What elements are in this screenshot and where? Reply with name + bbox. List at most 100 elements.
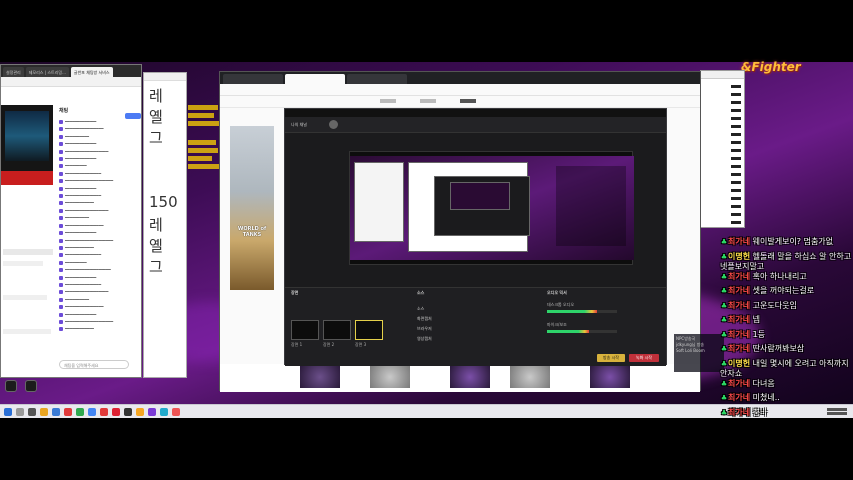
start-icon[interactable] — [4, 408, 12, 416]
app-header: 나의 채널 — [285, 117, 666, 133]
document-text: 옐 — [149, 237, 163, 255]
document-text: 그 — [149, 129, 163, 147]
browser-tab[interactable]: 설정관리 — [3, 67, 24, 77]
figure-image[interactable] — [370, 366, 410, 388]
chat-nickname[interactable]: 최가네 — [728, 315, 750, 324]
sidebar-item[interactable] — [3, 261, 43, 266]
chat-settings-button[interactable] — [125, 113, 141, 119]
figure-image[interactable] — [450, 366, 490, 388]
app-icon[interactable] — [64, 408, 72, 416]
source-item[interactable]: 영상캡처 — [417, 336, 432, 342]
app-icon[interactable] — [76, 408, 84, 416]
address-bar[interactable] — [220, 84, 700, 96]
avatar[interactable] — [329, 120, 338, 129]
search-icon[interactable] — [16, 408, 24, 416]
figure-image[interactable] — [510, 366, 550, 388]
browser-tab[interactable]: 제모리스 | 스트리밍... — [25, 67, 69, 77]
preview-chat — [556, 166, 626, 246]
figure-image[interactable] — [300, 366, 340, 388]
app-icon[interactable] — [124, 408, 132, 416]
sidebar-item[interactable] — [3, 249, 53, 255]
chat-row: ━━━━━━━━━━━━ — [55, 244, 141, 251]
preview-window — [354, 162, 404, 242]
record-button[interactable]: 녹화 시작 — [629, 354, 659, 362]
app-icon[interactable] — [100, 408, 108, 416]
streaming-app-window[interactable]: 나의 채널 장면 소스 오디오 믹서 장면 1 장면 2 장면 3 소스 화면캡… — [284, 108, 667, 366]
sidebar-item[interactable] — [3, 329, 51, 334]
chat-message: ♣최가네 혹아 하나내리고 — [720, 272, 853, 282]
source-item[interactable]: 브라우저 — [417, 326, 432, 332]
chat-text: 다녀옴 — [752, 378, 775, 388]
source-item[interactable]: 소스 — [417, 306, 424, 312]
app-icon[interactable] — [172, 408, 180, 416]
chat-nickname[interactable]: 최가네 — [728, 379, 750, 388]
nav-link[interactable] — [420, 99, 436, 103]
app-icon — [25, 380, 37, 392]
app-icon[interactable] — [160, 408, 168, 416]
folder-icon[interactable] — [40, 408, 48, 416]
chat-badge-icon: ♣ — [720, 408, 728, 417]
chat-badge-icon: ♣ — [720, 272, 728, 281]
document-text: 옐 — [149, 108, 163, 126]
chat-input[interactable]: 채팅을 입력해주세요 — [59, 360, 129, 369]
chat-row: ━━━━━━━━━━━━━━━━ — [55, 222, 141, 229]
left-browser-window[interactable]: 설정관리 제모리스 | 스트리밍... 글반포 채팅방 서비스 채팅 ━━━━━… — [0, 64, 142, 378]
stream-thumbnail[interactable] — [1, 105, 53, 185]
scene-thumbnail[interactable] — [291, 320, 319, 340]
desktop-icon[interactable] — [21, 380, 41, 393]
chat-nickname[interactable]: 최가네 — [728, 393, 750, 402]
main-browser-tabs — [220, 72, 700, 84]
preview-canvas — [350, 156, 634, 260]
header-label: 나의 채널 — [291, 122, 307, 127]
chat-row: ━━━━━━━━━━━━ — [55, 325, 141, 332]
game-banner[interactable]: WORLD of TANKS — [230, 126, 274, 290]
chat-message: ♣최가네 웨이발게보이? 멈춤가없 — [720, 237, 853, 247]
chat-nickname[interactable]: 최가네 — [728, 272, 750, 281]
scene-thumbnail[interactable] — [323, 320, 351, 340]
chat-row: ━━━━━━━━━━ — [55, 214, 141, 221]
app-icon[interactable] — [136, 408, 144, 416]
chat-nickname[interactable]: 최가네 — [728, 344, 750, 353]
browser-tab[interactable] — [347, 74, 407, 84]
browser-tab[interactable] — [223, 74, 283, 84]
sidebar-item[interactable] — [3, 295, 47, 300]
chat-nickname[interactable]: 최가네 — [728, 301, 750, 310]
viewer-line: Soft Loli Boom — [676, 348, 705, 353]
desktop-icon[interactable] — [1, 380, 21, 393]
source-item[interactable]: 화면캡처 — [417, 316, 432, 322]
scene-thumbnail[interactable] — [355, 320, 383, 340]
document-window[interactable]: 레 옐 그 150 레 옐 그 — [143, 72, 187, 378]
address-bar[interactable] — [1, 77, 141, 87]
nav-link[interactable] — [380, 99, 396, 103]
app-icon[interactable] — [112, 408, 120, 416]
nav-link[interactable] — [460, 99, 476, 103]
chat-message: ♣이명헌 헬돌래 말을 하십쇼 알 안하고 넷플보지말고 — [720, 252, 853, 272]
browser-icon[interactable] — [88, 408, 96, 416]
chat-nickname[interactable]: 최가네 — [728, 286, 750, 295]
browser-tab[interactable]: 글반포 채팅방 서비스 — [70, 67, 113, 77]
chat-row: ━━━━━━━━━━ — [55, 296, 141, 303]
chat-row: ━━━━━━━━━━━━━━━━━━ — [55, 148, 141, 155]
app-icon[interactable] — [52, 408, 60, 416]
left-browser-tabs: 설정관리 제모리스 | 스트리밍... 글반포 채팅방 서비스 — [1, 65, 141, 77]
start-stream-button[interactable]: 방송 시작 — [597, 354, 625, 362]
banner-title: WORLD of TANKS — [237, 226, 267, 238]
chat-nickname[interactable]: 최가네 — [728, 408, 750, 417]
chat-nickname[interactable]: 최가네 — [728, 237, 750, 246]
app-icon[interactable] — [148, 408, 156, 416]
mixer-meter-fill — [547, 310, 598, 313]
browser-tab[interactable] — [285, 74, 345, 84]
chat-text: 셋을 꺼야되는걸로 — [752, 286, 815, 295]
side-window[interactable] — [700, 70, 745, 228]
viewer-list: NPC방송국 jdkyung님 방송 Soft Loli Boom — [674, 334, 724, 372]
chat-nickname[interactable]: 이명헌 — [728, 359, 750, 368]
chat-badge-icon: ♣ — [720, 359, 728, 368]
mixer-meter[interactable] — [547, 310, 617, 313]
taskview-icon[interactable] — [28, 408, 36, 416]
chat-nickname[interactable]: 이명헌 — [728, 252, 750, 261]
chat-row: ━━━━━━━━━ — [55, 162, 141, 169]
chat-nickname[interactable]: 최가네 — [728, 330, 750, 339]
figure-image[interactable] — [590, 366, 630, 388]
mixer-meter[interactable] — [547, 330, 617, 333]
chat-message: ♣최가네 뿡바 — [720, 408, 853, 418]
